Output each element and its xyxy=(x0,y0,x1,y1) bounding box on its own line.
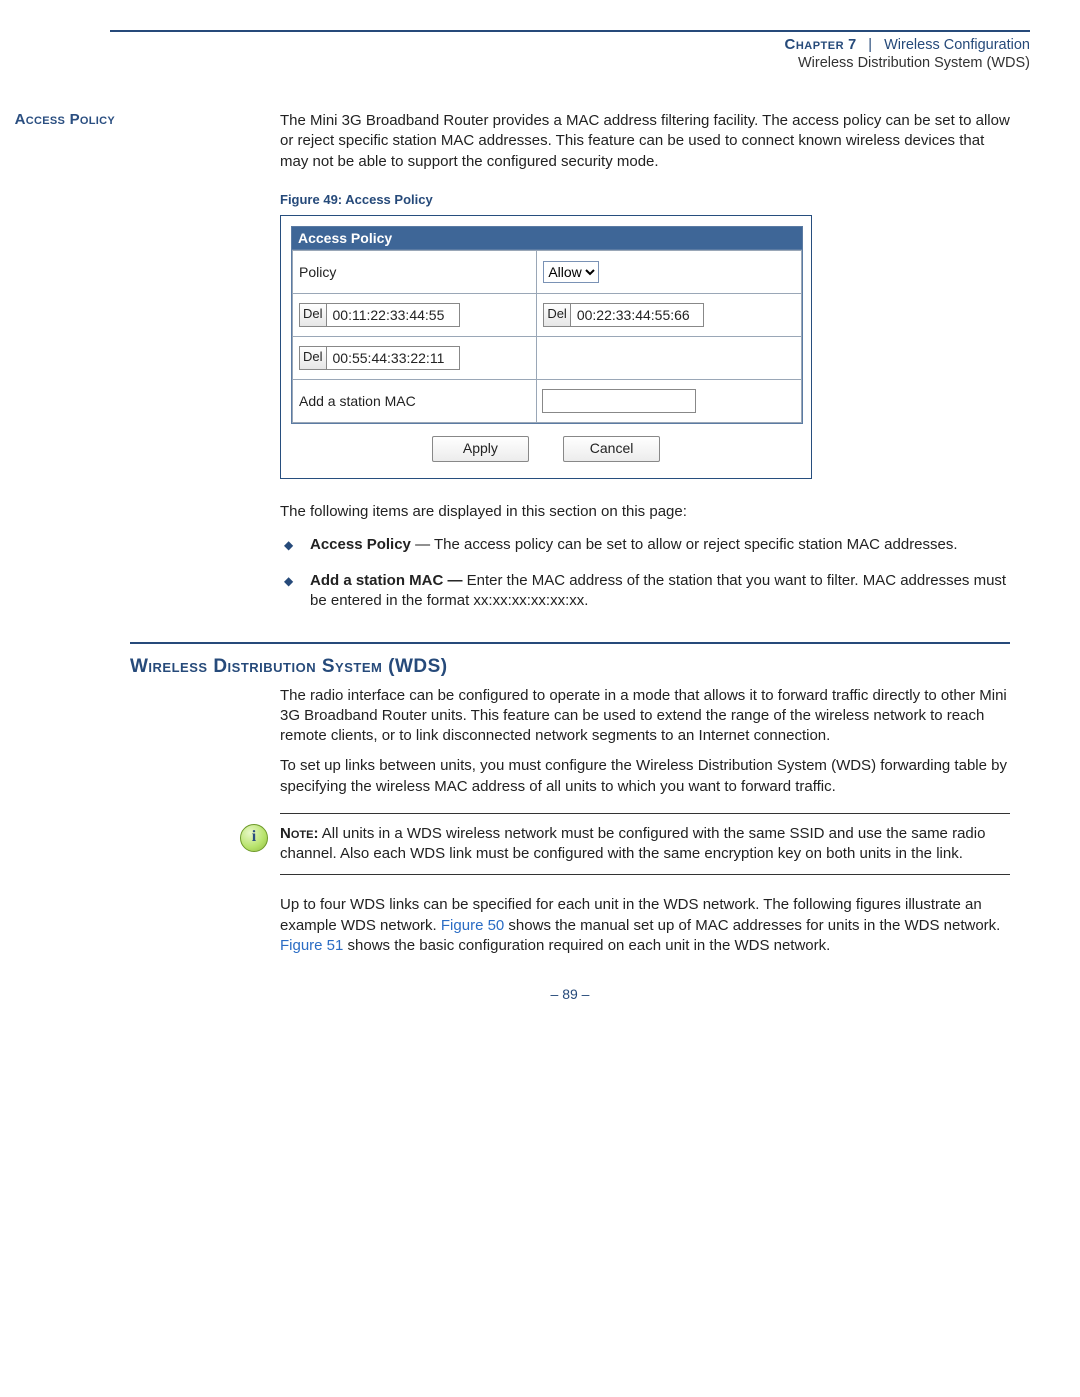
note-label: Note: xyxy=(280,825,318,842)
mac-address-field[interactable]: 00:11:22:33:44:55 xyxy=(326,303,460,327)
page-number: – 89 – xyxy=(130,986,1010,1002)
policy-label-cell: Policy xyxy=(293,250,537,293)
separator: | xyxy=(868,37,872,53)
items-intro: The following items are displayed in thi… xyxy=(280,503,1010,520)
cancel-button[interactable]: Cancel xyxy=(563,436,660,462)
figure-50-link[interactable]: Figure 50 xyxy=(441,917,504,934)
access-policy-paragraph: The Mini 3G Broadband Router provides a … xyxy=(280,111,1010,172)
wds-para3: Up to four WDS links can be specified fo… xyxy=(280,895,1010,956)
chapter-title: Wireless Configuration xyxy=(884,37,1030,53)
bullet-add-station-mac: Add a station MAC — Enter the MAC addres… xyxy=(304,571,1010,612)
add-station-input[interactable] xyxy=(542,389,696,413)
info-icon: i xyxy=(240,824,268,852)
policy-select[interactable]: Allow xyxy=(543,261,599,283)
wds-para2: To set up links between units, you must … xyxy=(280,756,1010,797)
wds-para1: The radio interface can be configured to… xyxy=(280,686,1010,747)
del-button[interactable]: Del xyxy=(543,303,571,327)
wds-heading: Wireless Distribution System (WDS) xyxy=(130,656,1010,678)
del-button[interactable]: Del xyxy=(299,303,327,327)
figure-51-link[interactable]: Figure 51 xyxy=(280,937,343,954)
panel-title: Access Policy xyxy=(292,227,802,250)
mac-address-field[interactable]: 00:22:33:44:55:66 xyxy=(570,303,704,327)
add-station-label: Add a station MAC xyxy=(293,379,537,422)
mac-address-field[interactable]: 00:55:44:33:22:11 xyxy=(326,346,460,370)
chapter-number: 7 xyxy=(848,37,856,53)
access-policy-figure: Access Policy Policy Allow Del xyxy=(280,215,812,479)
chapter-label: Chapter xyxy=(784,36,844,53)
apply-button[interactable]: Apply xyxy=(432,436,529,462)
bullet-access-policy: Access Policy — The access policy can be… xyxy=(304,535,1010,555)
note-block: i Note: All units in a WDS wireless netw… xyxy=(280,813,1010,876)
figure-caption: Figure 49: Access Policy xyxy=(280,192,1010,207)
header-subsection: Wireless Distribution System (WDS) xyxy=(50,55,1030,71)
del-button[interactable]: Del xyxy=(299,346,327,370)
page-header: Chapter 7 | Wireless Configuration Wirel… xyxy=(50,36,1030,71)
note-text: All units in a WDS wireless network must… xyxy=(280,825,985,862)
access-policy-label: Access Policy xyxy=(0,111,115,128)
